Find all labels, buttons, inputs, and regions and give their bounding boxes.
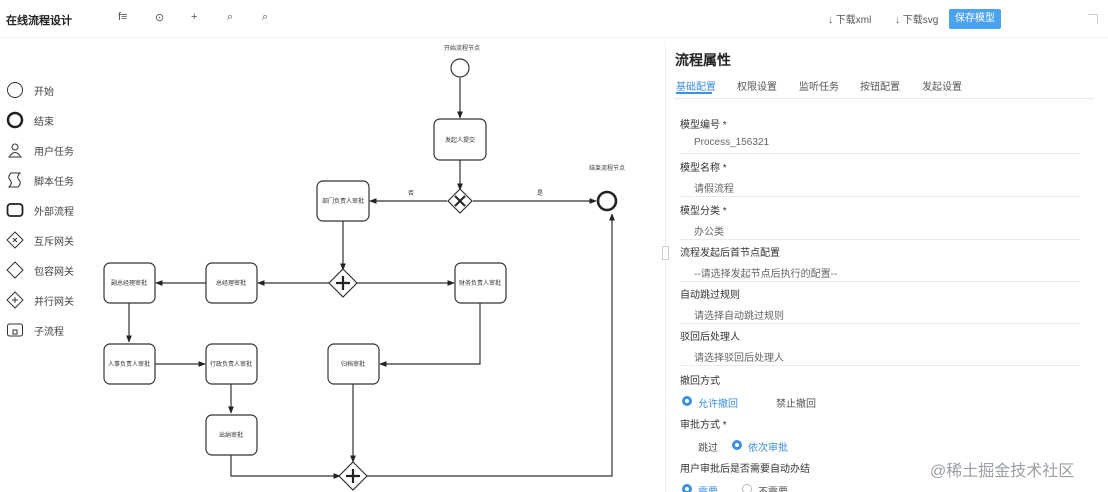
withdraw-mode-label: 撤回方式 [680, 376, 720, 387]
tab-permissions[interactable]: 权限设置 [737, 78, 777, 93]
radio-skip[interactable] [682, 440, 692, 450]
panel-collapse-handle[interactable] [662, 246, 669, 260]
task-finance-approval[interactable]: 财务负责人审批 [454, 262, 507, 304]
radio-forbid-withdraw[interactable] [760, 396, 770, 406]
field-value: --请选择发起节点后执行的配置-- [694, 269, 838, 280]
model-name-field[interactable]: 请假流程 [680, 175, 1080, 197]
start-event-label: 开始流程节点 [444, 44, 480, 52]
properties-panel: 流程属性 基础配置 权限设置 监听任务 按钮配置 发起设置 模型编号 * Pro… [662, 42, 1100, 492]
task-hr-approval[interactable]: 人事负责人审批 [103, 343, 156, 385]
tab-buttons[interactable]: 按钮配置 [860, 78, 900, 93]
task-label: 人事负责人审批 [108, 360, 150, 368]
radio-need[interactable] [682, 484, 692, 492]
model-category-label: 模型分类 * [680, 206, 727, 217]
task-label: 出纳审批 [219, 431, 243, 439]
watermark: @稀土掘金技术社区 [930, 463, 1075, 480]
flow-label-no: 否 [408, 190, 414, 197]
bpmn-canvas[interactable]: 开始流程节点 结束流程节点 否 是 发起人提交 部门负责人审批 财务负责人审批 … [0, 38, 665, 492]
radio-allow-withdraw[interactable] [682, 396, 692, 406]
parallel-gateway-join[interactable] [338, 461, 368, 491]
save-model-button[interactable]: 保存模型 [949, 9, 1001, 29]
task-vice-gm-approval[interactable]: 副总经理审批 [103, 262, 156, 304]
top-toolbar: 在线流程设计 f≡ ⊙ + ⌕ ⌕ ↓ 下载xml ↓ 下载svg 保存模型 [0, 0, 1108, 38]
panel-tabs: 基础配置 权限设置 监听任务 按钮配置 发起设置 [674, 75, 1094, 99]
field-value: 请选择驳回后处理人 [694, 353, 784, 364]
app-title: 在线流程设计 [6, 15, 72, 27]
task-gm-approval[interactable]: 总经理审批 [205, 262, 258, 304]
task-label: 总经理审批 [216, 279, 246, 287]
auto-complete-label: 用户审批后是否需要自动办结 [680, 464, 810, 475]
parallel-gateway-split[interactable] [328, 268, 358, 298]
download-xml-label: 下载xml [835, 15, 872, 26]
radio-label[interactable]: 需要 [698, 483, 718, 492]
fit-view-button[interactable]: ⊙ [155, 11, 164, 24]
field-value: 请选择自动跳过规则 [694, 311, 784, 322]
radio-not-need[interactable] [742, 484, 752, 492]
download-icon: ↓ [895, 15, 900, 26]
model-name-label: 模型名称 * [680, 163, 727, 174]
start-event[interactable] [450, 58, 470, 78]
task-label: 行政负责人审批 [210, 360, 252, 368]
task-label: 财务负责人审批 [459, 279, 501, 287]
model-category-select[interactable]: 办公类 [680, 218, 1080, 240]
reject-handler-label: 驳回后处理人 [680, 332, 740, 343]
task-cashier-approval[interactable]: 出纳审批 [205, 414, 258, 456]
download-xml-button[interactable]: ↓ 下载xml [828, 11, 871, 26]
end-event-label: 结束流程节点 [589, 164, 625, 172]
download-icon: ↓ [828, 15, 833, 26]
task-admin-approval[interactable]: 行政负责人审批 [205, 343, 258, 385]
field-value: Process_156321 [694, 137, 770, 148]
search-button[interactable]: ⌕ [227, 11, 233, 24]
download-svg-button[interactable]: ↓ 下载svg [895, 11, 938, 26]
active-tab-indicator [676, 92, 712, 94]
task-submit[interactable]: 发起人提交 [433, 118, 487, 161]
flow-label-yes: 是 [537, 190, 543, 197]
panel-title: 流程属性 [675, 52, 731, 68]
exclusive-gateway[interactable] [447, 188, 473, 214]
first-node-config-label: 流程发起后首节点配置 [680, 248, 780, 259]
tab-initiate[interactable]: 发起设置 [922, 78, 962, 93]
task-label: 归档审批 [341, 360, 365, 368]
field-value: 办公类 [694, 227, 724, 238]
field-value: 请假流程 [694, 184, 734, 195]
model-id-label: 模型编号 * [680, 120, 727, 131]
task-dept-approval[interactable]: 部门负责人审批 [316, 180, 370, 222]
radio-label[interactable]: 不需要 [758, 483, 788, 492]
model-id-field[interactable]: Process_156321 [680, 132, 1080, 154]
tab-basic-config[interactable]: 基础配置 [676, 78, 716, 94]
reject-handler-select[interactable]: 请选择驳回后处理人 [680, 344, 1080, 366]
download-svg-label: 下载svg [902, 15, 939, 26]
corner-icon [1088, 14, 1098, 24]
radio-sequential[interactable] [732, 440, 742, 450]
function-button[interactable]: f≡ [118, 11, 127, 23]
end-event[interactable] [596, 190, 618, 212]
radio-label[interactable]: 允许撤回 [698, 395, 738, 410]
auto-skip-label: 自动跳过规则 [680, 290, 740, 301]
auto-skip-select[interactable]: 请选择自动跳过规则 [680, 302, 1080, 324]
task-archive-approval[interactable]: 归档审批 [327, 343, 380, 385]
first-node-config-select[interactable]: --请选择发起节点后执行的配置-- [680, 260, 1080, 282]
search-next-button[interactable]: ⌕ [262, 11, 268, 24]
radio-label[interactable]: 禁止撤回 [776, 395, 816, 410]
task-label: 发起人提交 [445, 136, 475, 144]
radio-label[interactable]: 跳过 [698, 439, 718, 454]
task-label: 部门负责人审批 [322, 197, 364, 205]
radio-label[interactable]: 依次审批 [748, 439, 788, 454]
zoom-in-button[interactable]: + [191, 11, 197, 23]
task-label: 副总经理审批 [111, 279, 147, 287]
approval-mode-label: 审批方式 * [680, 420, 727, 431]
tab-listeners[interactable]: 监听任务 [799, 78, 839, 93]
